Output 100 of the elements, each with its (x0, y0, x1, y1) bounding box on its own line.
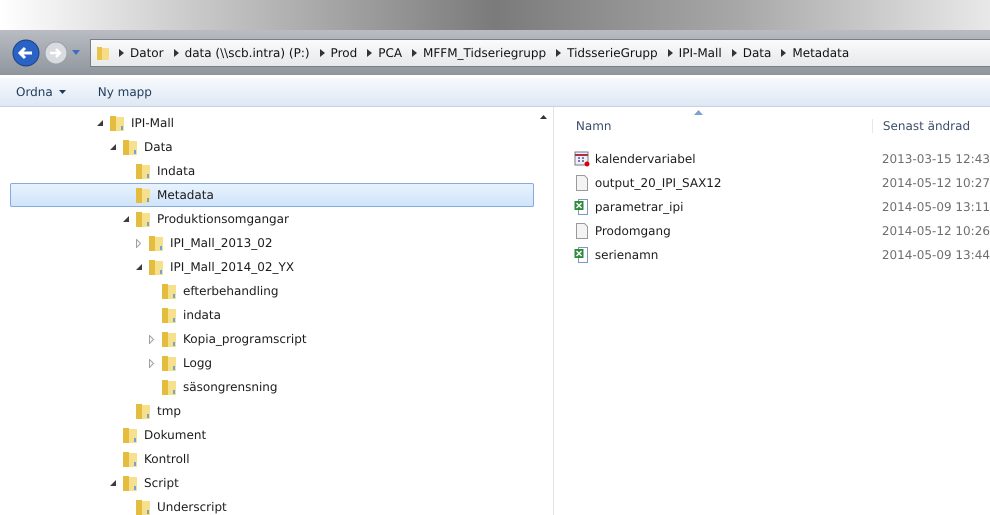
folder-name: säsongrensning (183, 380, 278, 394)
folder-name: IPI_Mall_2014_02_YX (170, 260, 294, 274)
folder-name: Kontroll (144, 452, 190, 466)
tree-item[interactable]: efterbehandling (10, 279, 534, 303)
breadcrumb-item[interactable]: data (\\scb.intra) (P:) (184, 46, 310, 60)
tree-item[interactable]: Script (10, 471, 534, 495)
file-name[interactable]: output_20_IPI_SAX12 (594, 176, 722, 190)
folder-name: Produktionsomgangar (157, 212, 289, 226)
tree-item[interactable]: Metadata (10, 183, 534, 207)
tree-item[interactable]: Data (10, 135, 534, 159)
folder-icon (161, 354, 177, 372)
folder-icon (135, 162, 151, 180)
breadcrumb-item[interactable]: Data (742, 46, 772, 60)
folder-icon (122, 450, 138, 468)
tree-item[interactable]: IPI_Mall_2013_02 (10, 231, 534, 255)
file-name[interactable]: parametrar_ipi (594, 200, 684, 214)
folder-icon (148, 258, 164, 276)
sort-arrow-icon (694, 110, 703, 115)
tree-item[interactable]: Produktionsomgangar (10, 207, 534, 231)
folder-name: Script (144, 476, 179, 490)
tree-item[interactable]: Kontroll (10, 447, 534, 471)
tree-item[interactable]: indata (10, 303, 534, 327)
folder-name: Data (144, 140, 173, 154)
modified-date: 2013-03-15 12:43 (880, 152, 990, 166)
folder-icon (135, 210, 151, 228)
expanded-triangle-icon[interactable] (110, 144, 116, 150)
expanded-triangle-icon[interactable] (136, 264, 142, 270)
folder-icon (161, 282, 177, 300)
document-icon (574, 175, 590, 191)
folder-icon (148, 234, 164, 252)
chevron-icon[interactable] (556, 48, 562, 56)
breadcrumb-item[interactable]: PCA (378, 46, 402, 60)
column-header[interactable]: Senast ändrad (872, 119, 970, 133)
breadcrumb-item[interactable]: Dator (130, 46, 164, 60)
chevron-icon[interactable] (781, 48, 786, 56)
folder-name: Underscript (157, 500, 227, 514)
folder-icon (161, 330, 177, 348)
tree-item[interactable]: Underscript (10, 495, 534, 515)
spreadsheet-icon (574, 247, 590, 263)
expanded-triangle-icon[interactable] (110, 480, 116, 486)
folder-name: efterbehandling (183, 284, 278, 298)
folder-name: Logg (183, 356, 212, 370)
folder-icon (135, 402, 151, 420)
tree-item[interactable]: IPI-Mall (10, 111, 534, 135)
chevron-icon[interactable] (320, 48, 325, 56)
folder-icon (122, 426, 138, 444)
folder-icon (135, 186, 151, 204)
chevron-icon[interactable] (668, 48, 673, 56)
tree-item[interactable]: Logg (10, 351, 534, 375)
folder-name: Metadata (157, 188, 214, 202)
modified-date: 2014-05-12 10:26 (880, 224, 990, 238)
tree-item[interactable]: Dokument (10, 423, 534, 447)
calendar-file-icon (574, 151, 590, 167)
folder-name: Indata (157, 164, 196, 178)
breadcrumb-item[interactable]: IPI-Mall (678, 46, 722, 60)
breadcrumb-item[interactable]: TidsserieGrupp (567, 46, 658, 60)
breadcrumb-item[interactable]: Metadata (792, 46, 850, 60)
folder-name: IPI_Mall_2013_02 (170, 236, 272, 250)
breadcrumb-item[interactable]: Prod (330, 46, 358, 60)
modified-date: 2014-05-09 13:11 (880, 200, 990, 214)
folder-icon (135, 498, 151, 515)
tree-item[interactable]: Kopia_programscript (10, 327, 534, 351)
folder-name: tmp (157, 404, 182, 418)
folder-icon (122, 138, 138, 156)
folder-name: Dokument (144, 428, 206, 442)
collapsed-triangle-icon[interactable] (149, 334, 154, 344)
column-header[interactable]: Namn (574, 119, 873, 133)
folder-icon (161, 378, 177, 396)
file-name[interactable]: serienamn (594, 248, 658, 262)
folder-icon (95, 44, 111, 60)
modified-date: 2014-05-09 13:44 (880, 248, 990, 262)
collapsed-triangle-icon[interactable] (136, 238, 141, 248)
expanded-triangle-icon[interactable] (97, 120, 103, 126)
collapsed-triangle-icon[interactable] (149, 358, 154, 368)
chevron-icon[interactable] (174, 48, 179, 56)
file-name[interactable]: kalendervariabel (594, 152, 696, 166)
modified-date: 2014-05-12 10:27 (880, 176, 990, 190)
tree-item[interactable]: IPI_Mall_2014_02_YX (10, 255, 534, 279)
scroll-up-arrow-icon[interactable] (540, 115, 548, 119)
folder-icon (109, 114, 125, 132)
folder-name: indata (183, 308, 221, 322)
file-name[interactable]: Prodomgang (594, 224, 671, 238)
chevron-icon[interactable] (119, 48, 124, 56)
expanded-triangle-icon[interactable] (123, 216, 129, 222)
tree-item[interactable]: tmp (10, 399, 534, 423)
toolbar-button[interactable]: Ny mapp (92, 82, 158, 102)
spreadsheet-icon (574, 199, 590, 215)
folder-icon (161, 306, 177, 324)
tree-item[interactable]: Indata (10, 159, 534, 183)
folder-name: IPI-Mall (131, 116, 174, 130)
breadcrumb-item[interactable]: MFFM_Tidseriegrupp (423, 46, 546, 60)
chevron-icon[interactable] (732, 48, 737, 56)
address-bar[interactable]: Dator data (\\scb.intra) (P:) Prod PCA MFFM_Tidseriegrupp TidsserieGrupp IPI-Mall Data Metadata (90, 38, 990, 66)
chevron-icon[interactable] (367, 48, 372, 56)
chevron-icon[interactable] (412, 48, 418, 56)
document-icon (574, 223, 590, 239)
tree-item[interactable]: säsongrensning (10, 375, 534, 399)
toolbar-button[interactable]: Ordna (10, 82, 72, 102)
folder-name: Kopia_programscript (183, 332, 307, 346)
folder-icon (122, 474, 138, 492)
